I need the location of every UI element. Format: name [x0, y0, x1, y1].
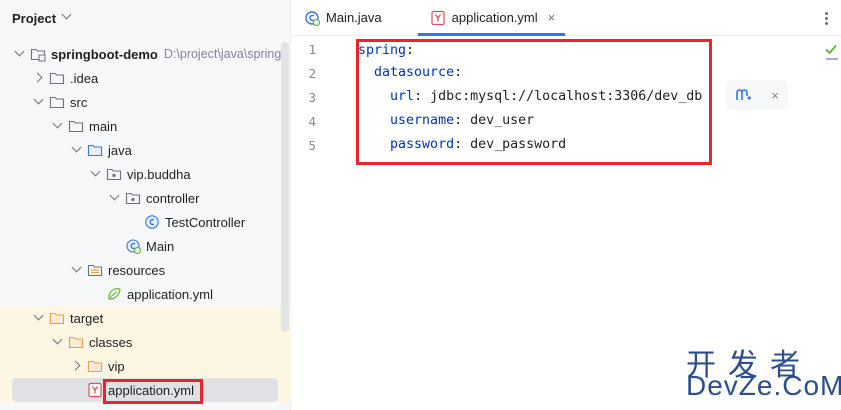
tree-item-label: application.yml	[108, 382, 194, 398]
chevron-down-icon[interactable]	[107, 190, 123, 206]
tree-item[interactable]: vip.buddha	[0, 162, 291, 186]
tree-item-label: java	[108, 142, 132, 158]
editor-tabbar: Main.java application.yml ×	[292, 0, 841, 36]
line-number: 2	[308, 66, 316, 81]
watermark: 开发者 DevZe.CoM	[686, 340, 841, 402]
chevron-down-icon[interactable]	[12, 46, 28, 62]
package-icon	[125, 190, 141, 206]
chevron-down-icon[interactable]	[50, 334, 66, 350]
chevron-right-icon[interactable]	[31, 70, 47, 86]
line-number: 3	[308, 90, 316, 105]
tree-item-label: src	[70, 94, 88, 110]
project-panel-title: Project	[12, 10, 57, 26]
chevron-down-icon[interactable]	[69, 262, 85, 278]
tree-item-path: D:\project\java\spring	[163, 47, 282, 61]
tab-label: Main.java	[326, 10, 382, 25]
tree-item-label: classes	[89, 334, 133, 350]
tree-item[interactable]: resources	[0, 258, 291, 282]
tree-item[interactable]: classes	[0, 330, 291, 354]
line-number: 1	[308, 42, 316, 57]
folder-icon	[49, 94, 65, 110]
tree-item-label: main	[89, 118, 118, 134]
tree-item-label: .idea	[70, 70, 99, 86]
spring-yaml-icon	[106, 286, 122, 302]
ai-assistant-icon[interactable]	[735, 87, 753, 103]
tree-item-label: vip	[108, 358, 125, 374]
tab-application-yml[interactable]: application.yml ×	[417, 0, 566, 36]
project-panel-header[interactable]: Project	[0, 0, 291, 36]
excluded-folder-icon	[49, 310, 65, 326]
error-stripe-mark[interactable]	[826, 58, 838, 60]
chevron-down-icon[interactable]	[31, 310, 47, 326]
tree-item-label: springboot-demo	[51, 46, 158, 62]
folder-icon	[49, 70, 65, 86]
folder-icon	[68, 118, 84, 134]
tree-item[interactable]: controller	[0, 186, 291, 210]
spring-class-icon	[125, 238, 142, 255]
tree-item[interactable]: target	[0, 306, 291, 330]
package-icon	[106, 166, 122, 182]
tree-item[interactable]: application.yml	[0, 282, 291, 306]
chevron-down-icon[interactable]	[31, 94, 47, 110]
spring-class-icon	[305, 10, 320, 26]
line-number: 5	[308, 138, 316, 153]
tree-item[interactable]: src	[0, 90, 291, 114]
close-icon[interactable]: ×	[548, 10, 556, 25]
tree-scrollbar[interactable]	[281, 42, 289, 332]
tree-item-label: TestController	[165, 214, 246, 230]
tab-label: application.yml	[451, 10, 538, 25]
line-number: 4	[308, 114, 316, 129]
tree-item-label: Main	[146, 238, 175, 254]
watermark-bottom: DevZe.CoM	[686, 370, 841, 401]
chevron-down-icon[interactable]	[88, 166, 104, 182]
tree-item[interactable]: TestController	[0, 210, 291, 234]
resources-folder-icon	[87, 262, 103, 278]
tree-item-label: application.yml	[127, 286, 213, 302]
tree-item[interactable]: vip	[0, 354, 291, 378]
tree-item[interactable]: .idea	[0, 66, 291, 90]
tree-item-label: vip.buddha	[127, 166, 191, 182]
more-vertical-icon[interactable]	[819, 8, 833, 28]
chevron-down-icon[interactable]	[50, 118, 66, 134]
yaml-icon	[87, 382, 103, 398]
tree-item-label: resources	[108, 262, 166, 278]
tab-main-java[interactable]: Main.java	[292, 0, 392, 35]
tree-item-label: target	[70, 310, 104, 326]
project-panel: Project springboot-demo D:\project\java\s…	[0, 0, 291, 410]
module-folder-icon	[30, 46, 46, 62]
inline-suggestion-popup: ×	[726, 80, 788, 110]
code-highlight-box	[356, 39, 712, 165]
tree-item[interactable]: java	[0, 138, 291, 162]
tree-item[interactable]: springboot-demo D:\project\java\spring	[0, 42, 291, 66]
close-icon[interactable]: ×	[771, 88, 779, 103]
tree-item[interactable]: Main	[0, 234, 291, 258]
chevron-right-icon[interactable]	[69, 358, 85, 374]
yaml-icon	[431, 10, 445, 25]
check-icon[interactable]	[824, 42, 838, 56]
source-folder-icon	[87, 142, 103, 158]
chevron-down-icon[interactable]	[62, 11, 72, 21]
excluded-folder-icon	[87, 358, 103, 374]
class-icon	[144, 214, 160, 230]
chevron-down-icon[interactable]	[69, 142, 85, 158]
tree-item-label: controller	[146, 190, 200, 206]
excluded-folder-icon	[68, 334, 84, 350]
tree-item[interactable]: main	[0, 114, 291, 138]
